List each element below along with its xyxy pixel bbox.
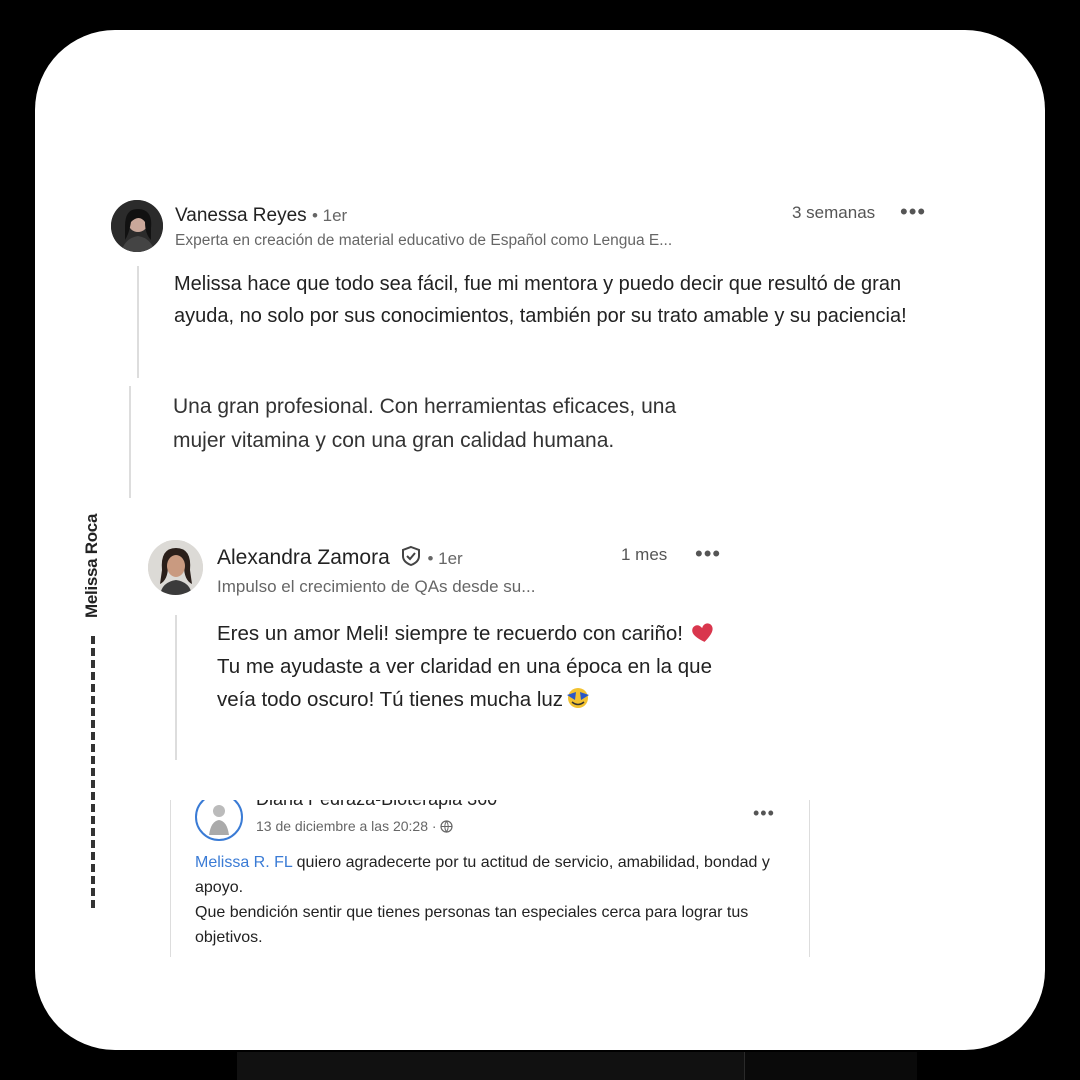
bottom-bar (237, 1052, 917, 1080)
avatar-diana[interactable] (195, 800, 243, 841)
shield-check-icon (401, 545, 420, 567)
thread-line (137, 266, 139, 378)
more-options-icon[interactable]: ••• (695, 543, 721, 565)
avatar-vanessa-image (111, 200, 163, 252)
comment-text: Eres un amor Meli! siempre te recuerdo c… (217, 617, 737, 716)
commenter-headline: Impulso el crecimiento de QAs desde su..… (217, 577, 536, 596)
commenter-name[interactable]: Alexandra Zamora • 1er (217, 545, 463, 570)
comment-line-1: Eres un amor Meli! siempre te recuerdo c… (217, 622, 684, 645)
globe-icon (440, 820, 454, 833)
bottom-bar-segment (744, 1052, 917, 1080)
comment-text: Melissa hace que todo sea fácil, fue mi … (174, 273, 907, 327)
connection-degree: • 1er (311, 206, 348, 225)
comment-line-2: Tu me ayudaste a ver claridad en una épo… (217, 655, 712, 711)
post-date: 13 de diciembre a las 20:28 · (256, 818, 454, 834)
comment-time: 1 mes (621, 545, 668, 564)
side-label-text: Melissa Roca (82, 513, 101, 618)
dashed-divider (91, 636, 95, 908)
connection-degree: • 1er (427, 549, 463, 568)
commenter-name-text[interactable]: Vanessa Reyes (175, 205, 307, 226)
post-text: Melissa R. FL quiero agradecerte por tu … (195, 850, 795, 950)
more-options-icon[interactable]: ••• (900, 201, 926, 223)
commenter-name-text[interactable]: Alexandra Zamora (217, 546, 390, 569)
avatar-diana-image (209, 805, 229, 835)
avatar-vanessa[interactable] (111, 200, 163, 252)
comment-time: 3 semanas (792, 203, 876, 222)
quote-line (129, 386, 131, 498)
star-eyes-emoji (567, 688, 590, 708)
heart-emoji (691, 623, 713, 642)
commenter-name[interactable]: Vanessa Reyes • 1er (175, 205, 347, 227)
more-options-icon[interactable]: ••• (753, 804, 775, 822)
commenter-headline: Experta en creación de material educativ… (175, 232, 673, 249)
mention-link[interactable]: Melissa R. FL (195, 854, 292, 871)
thread-line (175, 615, 177, 760)
post-author[interactable]: Diana Pedraza-Bioterapia 360 (256, 800, 497, 810)
facebook-post-screenshot: Diana Pedraza-Bioterapia 360 13 de dicie… (170, 800, 810, 957)
post-text-2: Que bendición sentir que tienes personas… (195, 904, 749, 946)
avatar-alexandra[interactable] (148, 540, 203, 595)
avatar-alexandra-image (148, 540, 203, 595)
post-date-text: 13 de diciembre a las 20:28 · (256, 818, 437, 834)
quote-text: Una gran profesional. Con herramientas e… (173, 395, 677, 452)
